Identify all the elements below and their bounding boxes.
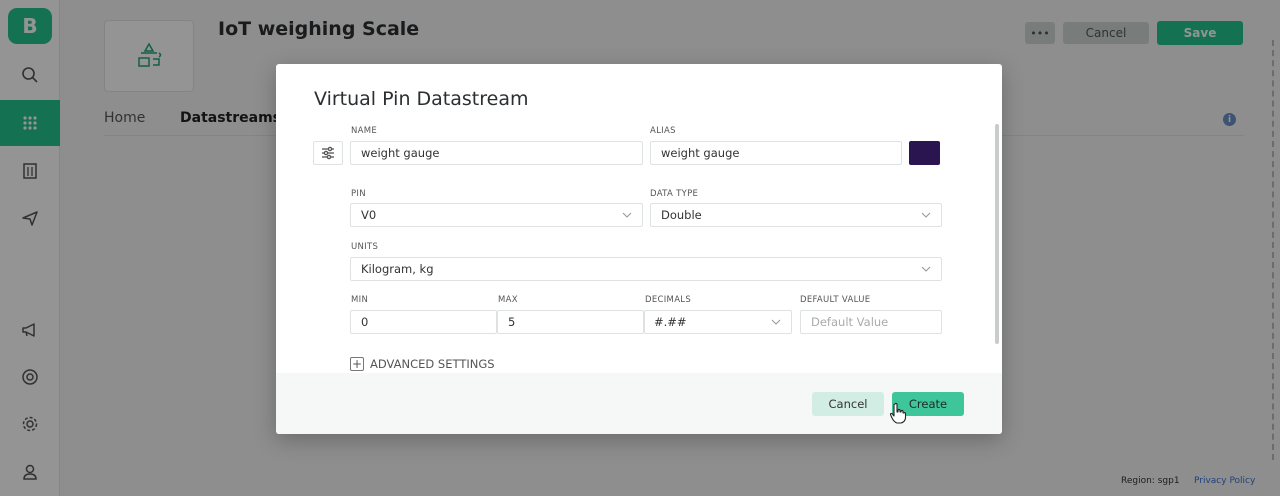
default-value-input[interactable]: Default Value: [800, 310, 942, 334]
default-value-label: DEFAULT VALUE: [800, 295, 871, 305]
max-label: MAX: [498, 295, 518, 305]
plus-square-icon: +: [350, 357, 364, 371]
units-value: Kilogram, kg: [361, 262, 434, 276]
data-type-select[interactable]: Double: [650, 203, 942, 227]
dialog-title: Virtual Pin Datastream: [314, 88, 529, 110]
alias-label: ALIAS: [650, 126, 676, 136]
hand-cursor-icon: [889, 402, 907, 424]
decimals-label: DECIMALS: [645, 295, 692, 305]
min-value: 0: [361, 315, 369, 329]
name-label: NAME: [351, 126, 378, 136]
alias-value: weight gauge: [661, 146, 740, 160]
units-select[interactable]: Kilogram, kg: [350, 257, 942, 281]
pin-value: V0: [361, 208, 377, 222]
units-label: UNITS: [351, 242, 379, 252]
chevron-down-icon: [921, 212, 931, 218]
advanced-settings-label: ADVANCED SETTINGS: [370, 357, 495, 371]
max-input[interactable]: 5: [497, 310, 644, 334]
dialog-cancel-button[interactable]: Cancel: [812, 392, 884, 416]
name-input[interactable]: weight gauge: [350, 141, 643, 165]
datastream-icon-picker[interactable]: [313, 141, 343, 165]
sliders-icon: [322, 146, 334, 160]
default-value-placeholder: Default Value: [811, 315, 889, 329]
data-type-value: Double: [661, 208, 702, 222]
decimals-value: #.##: [654, 315, 687, 329]
alias-input[interactable]: weight gauge: [650, 141, 902, 165]
decimals-select[interactable]: #.##: [644, 310, 792, 334]
min-label: MIN: [351, 295, 369, 305]
pin-select[interactable]: V0: [350, 203, 643, 227]
chevron-down-icon: [771, 319, 781, 325]
dialog-scrollbar[interactable]: [995, 124, 999, 344]
chevron-down-icon: [921, 266, 931, 272]
name-value: weight gauge: [361, 146, 440, 160]
pin-label: PIN: [351, 189, 366, 199]
max-value: 5: [508, 315, 516, 329]
advanced-settings-toggle[interactable]: + ADVANCED SETTINGS: [350, 357, 495, 371]
color-picker[interactable]: [909, 141, 940, 165]
data-type-label: DATA TYPE: [650, 189, 699, 199]
chevron-down-icon: [622, 212, 632, 218]
min-input[interactable]: 0: [350, 310, 497, 334]
virtual-pin-datastream-dialog: Virtual Pin Datastream NAME ALIAS weight…: [276, 64, 1002, 434]
